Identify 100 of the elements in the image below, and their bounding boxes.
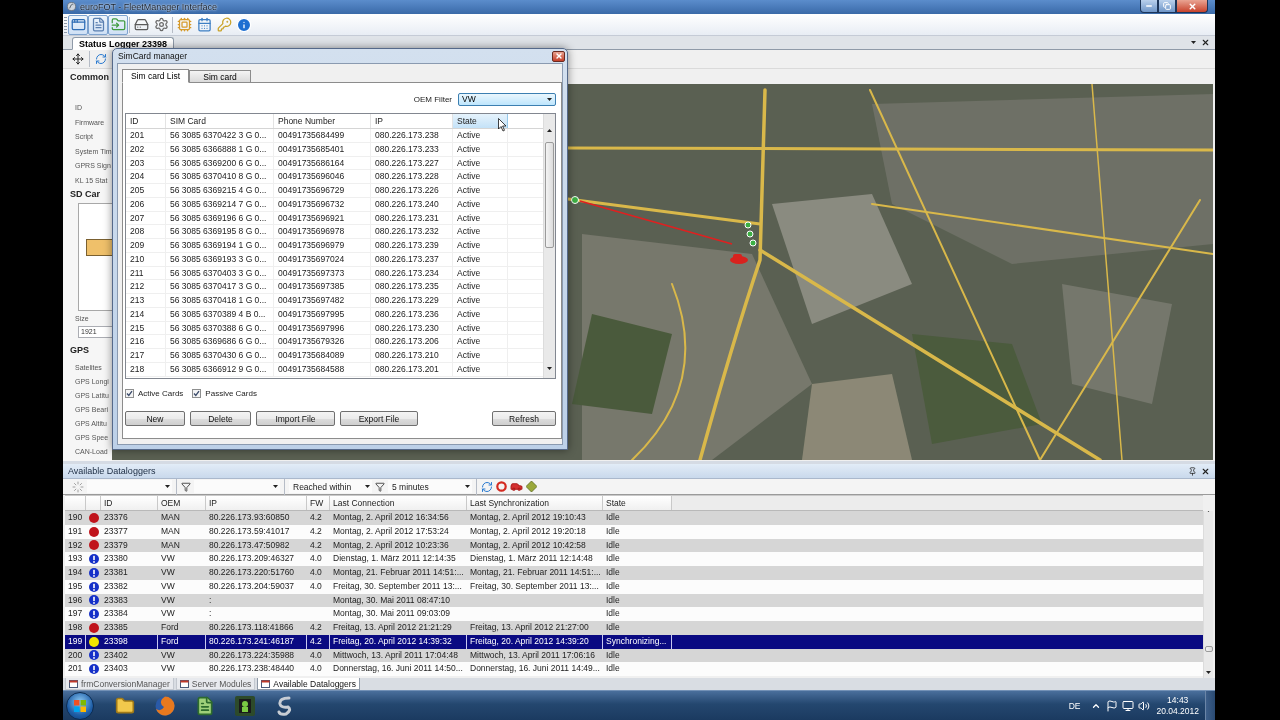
globe-icon[interactable] <box>155 695 175 716</box>
filter-icon[interactable] <box>375 481 385 492</box>
filter-icon[interactable] <box>181 481 191 492</box>
dropdown[interactable]: 5 minutes <box>388 480 472 493</box>
refresh-icon[interactable] <box>481 480 493 493</box>
caret-icon[interactable] <box>1206 671 1211 674</box>
caret-icon[interactable] <box>465 485 470 488</box>
column-header[interactable]: FW <box>307 496 330 510</box>
close-icon <box>1187 1 1197 11</box>
table-cell-text: Montag, 2. April 2012 17:53:24 <box>332 524 450 538</box>
close-button[interactable] <box>1176 0 1208 13</box>
table-cell: 215 <box>126 321 166 335</box>
scrollbar-thumb[interactable] <box>1204 646 1213 652</box>
column-header[interactable]: State <box>453 114 508 128</box>
folder-icon[interactable] <box>115 695 135 716</box>
dialog-button[interactable]: Delete <box>190 411 251 426</box>
scrollbar[interactable] <box>1203 511 1213 678</box>
view-toggle-button[interactable] <box>88 14 108 35</box>
table-row[interactable]: 198 23385 Ford 80.226.173.118:41866 4.2 Freitag, 13. April 2012 21:21:29 Freitag, 13. April 2012 21:27:00 Idle <box>65 621 1203 635</box>
scrollbar-thumb[interactable] <box>545 142 554 248</box>
language-indicator[interactable]: DE <box>1068 700 1081 711</box>
tab[interactable]: Sim card List <box>122 69 189 83</box>
table-row[interactable]: 201 23403 VW 80.226.173.238:48440 4.0 Donnerstag, 16. Juni 2011 14:50... Donnerstag, 16. Juni 2011 14:49... Idle <box>65 662 1203 676</box>
flag-icon[interactable] <box>1106 699 1119 712</box>
info-icon[interactable] <box>236 16 252 33</box>
diamond-icon[interactable] <box>526 481 537 492</box>
caret-icon[interactable] <box>273 485 278 488</box>
map-marker-icon[interactable] <box>744 221 752 229</box>
column-header[interactable]: Last Synchronization <box>467 496 603 510</box>
table-cell-text: 23385 <box>103 621 129 634</box>
caret-icon[interactable] <box>365 485 370 488</box>
dialog-title: SimCard manager <box>118 51 187 61</box>
clock-time: 14:43 <box>1167 694 1189 706</box>
map-marker-icon[interactable] <box>746 230 754 238</box>
dialog-button[interactable]: New <box>125 411 185 426</box>
panel-tab[interactable]: Server Modules <box>175 678 256 690</box>
column-header[interactable]: State <box>603 496 672 510</box>
tile-icon[interactable] <box>235 695 255 716</box>
start-button[interactable] <box>66 691 94 720</box>
table-cell-text: Idle <box>605 621 621 634</box>
caret-icon[interactable] <box>547 367 552 370</box>
close-icon[interactable] <box>1201 466 1210 476</box>
view-toggle-button[interactable] <box>68 14 88 35</box>
refresh-icon[interactable] <box>95 53 107 65</box>
caret-up-icon[interactable] <box>547 129 552 132</box>
alert-icon <box>88 554 99 565</box>
device-icon[interactable] <box>133 17 149 32</box>
speaker-icon[interactable] <box>1138 699 1151 712</box>
table-cell: Active <box>453 170 508 183</box>
network-icon[interactable] <box>1122 699 1135 712</box>
map-marker-icon[interactable] <box>571 196 579 204</box>
dropdown[interactable]: Reached within <box>289 480 372 493</box>
table-cell-text: VW <box>160 662 176 676</box>
pin-icon[interactable] <box>1188 466 1197 476</box>
table-cell: 080.226.173.234 <box>371 266 453 280</box>
column-header[interactable]: ID <box>101 496 158 510</box>
stop-icon[interactable] <box>496 481 507 492</box>
table-cell-text: 23383 <box>103 593 129 607</box>
table-row[interactable]: 197 23384 VW : Montag, 30. Mai 2011 09:03:09 Idle <box>65 607 1203 621</box>
table-cell: 080.226.173.237 <box>371 252 453 266</box>
alert-icon <box>88 650 99 661</box>
caret-icon[interactable] <box>1191 41 1196 44</box>
checkbox-label: Passive Cards <box>205 388 257 398</box>
dialog-button[interactable]: Export File <box>340 411 418 426</box>
caret-icon[interactable] <box>547 97 552 101</box>
table-row[interactable]: 190 23376 MAN 80.226.173.93:60850 4.2 Montag, 2. April 2012 16:34:56 Montag, 2. April 2012 19:10:43 Idle <box>65 511 1203 525</box>
table-cell-text: 23380 <box>103 552 129 566</box>
settings-icon[interactable] <box>153 17 169 32</box>
clock[interactable]: 14:43 20.04.2012 <box>1156 694 1199 717</box>
oem-filter-dropdown[interactable]: VW <box>458 92 556 106</box>
view-toggle-button[interactable] <box>108 14 128 35</box>
checkbox[interactable] <box>192 388 202 398</box>
panel-tab[interactable]: Available Dataloggers <box>257 678 360 690</box>
table-cell: 00491735696046 <box>274 170 371 183</box>
loop-icon[interactable] <box>276 695 294 716</box>
close-icon[interactable] <box>1201 38 1210 47</box>
checkbox[interactable] <box>125 388 134 398</box>
tab[interactable]: Sim card <box>189 70 251 82</box>
table-cell-text: Dienstag, 1. März 2011 12:14:35 <box>332 552 457 566</box>
calendar-icon[interactable] <box>196 17 212 32</box>
close-button[interactable] <box>552 50 565 62</box>
document-icon[interactable] <box>195 695 215 716</box>
scrollbar[interactable] <box>543 114 555 378</box>
panel-tab[interactable]: frmConversionManager <box>65 678 174 690</box>
table-row[interactable]: 193 23380 VW 80.226.173.209:46327 4.0 Dienstag, 1. März 2011 12:14:35 Dienstag, 1. März 2011 12:14:48 Idle <box>65 552 1203 566</box>
dialog-button[interactable]: Import File <box>256 411 335 426</box>
column-header[interactable]: Last Connection <box>330 496 467 510</box>
column-header[interactable]: OEM <box>158 496 206 510</box>
car-icon[interactable] <box>510 480 523 493</box>
minimize-button[interactable] <box>1140 0 1158 13</box>
dialog-button[interactable]: Refresh <box>492 411 556 426</box>
table-cell: 00491735697995 <box>274 307 371 321</box>
grip-handle[interactable] <box>64 16 67 33</box>
caret-icon[interactable] <box>165 485 170 488</box>
move-icon[interactable] <box>72 53 84 65</box>
map-marker-icon[interactable] <box>749 239 757 247</box>
column-header[interactable]: IP <box>206 496 307 510</box>
table-row[interactable]: 194 23381 VW 80.226.173.220:51760 4.0 Montag, 21. Februar 2011 14:51:... Montag, 21. Februar 2011 14:51:... Idle <box>65 566 1203 580</box>
row-number: 190 <box>67 511 84 524</box>
restore-button[interactable] <box>1158 0 1176 13</box>
